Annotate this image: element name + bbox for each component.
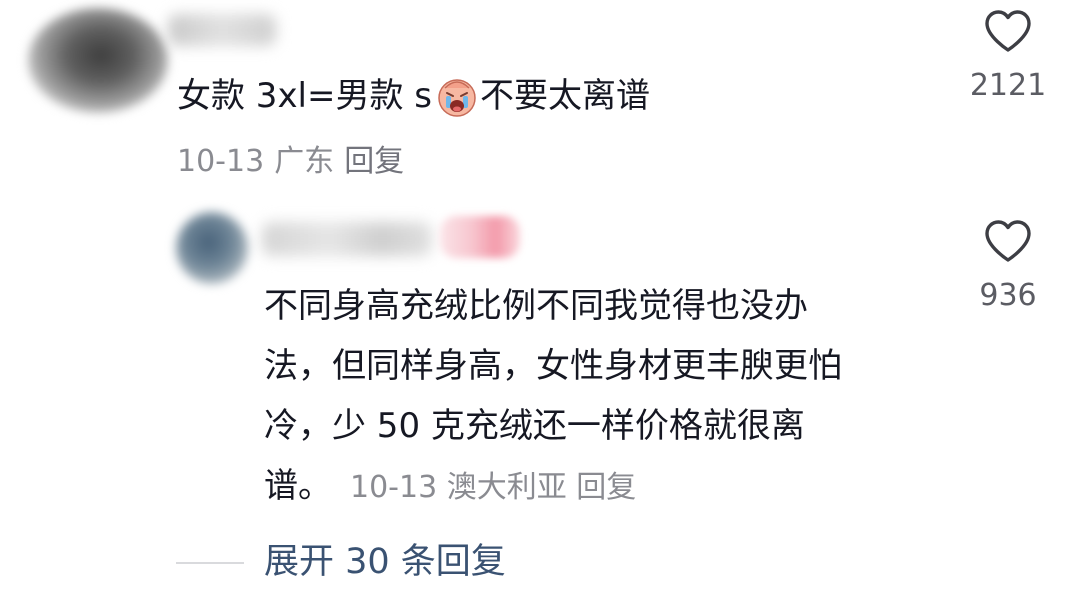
commenter-avatar[interactable]: [28, 8, 168, 113]
reply-meta: 10-13 澳大利亚 回复: [350, 470, 636, 505]
like-column: 936: [948, 218, 1068, 313]
reply-location: 澳大利亚: [446, 470, 567, 505]
reply-text: 不同身高充绒比例不同我觉得也没办 法，但同样身高，女性身材更丰腴更怕 冷，少 5…: [264, 276, 944, 518]
reply-text-line: 谱。: [264, 466, 332, 506]
heart-icon[interactable]: [983, 218, 1033, 264]
comment-text-part: 女款 3xl=男款 s: [177, 76, 433, 116]
comment-text: 女款 3xl=男款 s 不要太离谱: [177, 66, 650, 126]
commenter-username-blurred[interactable]: [168, 14, 276, 46]
comment-location: 广东: [274, 144, 335, 179]
reply-button[interactable]: 回复: [344, 144, 404, 179]
reply-button[interactable]: 回复: [576, 470, 636, 505]
expand-divider: [176, 562, 244, 564]
reply-text-line: 法，但同样身高，女性身材更丰腴更怕: [264, 346, 842, 386]
crying-face-emoji-icon: [436, 74, 478, 118]
expand-replies-button[interactable]: 展开 30 条回复: [264, 534, 506, 590]
author-badge-blurred: [440, 216, 520, 258]
like-count: 936: [979, 278, 1037, 313]
reply-date: 10-13: [350, 470, 438, 505]
comment-date: 10-13: [177, 144, 265, 179]
reply-avatar[interactable]: [176, 212, 248, 284]
reply-text-line: 不同身高充绒比例不同我觉得也没办: [264, 286, 808, 326]
reply-text-line: 冷，少 50 克充绒还一样价格就很离: [264, 406, 805, 446]
like-count: 2121: [969, 68, 1047, 103]
comment-meta: 10-13 广东 回复: [177, 136, 404, 180]
comment-text-part: 不要太离谱: [480, 76, 651, 116]
reply-text-last-line: 谱。 10-13 澳大利亚 回复: [264, 456, 944, 518]
like-column: 2121: [948, 8, 1068, 103]
reply-username-blurred[interactable]: [262, 222, 432, 256]
heart-icon[interactable]: [983, 8, 1033, 54]
